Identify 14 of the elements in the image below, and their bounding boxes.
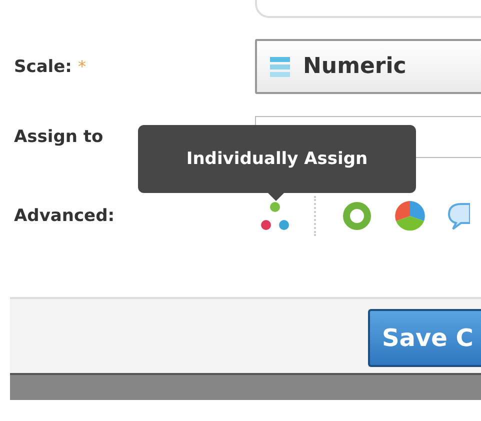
- speech-bubble-icon[interactable]: [448, 201, 470, 231]
- scale-select[interactable]: Numeric: [255, 39, 481, 94]
- field-label: Scale:: [14, 56, 72, 76]
- list-icon: [269, 56, 291, 78]
- text-field[interactable]: [255, 0, 481, 18]
- ring-icon[interactable]: [342, 201, 372, 231]
- field-label: Assign to: [14, 127, 104, 147]
- field-label: Advanced:: [14, 206, 115, 226]
- pie-chart-icon[interactable]: [394, 200, 426, 232]
- tooltip-pointer-icon: [268, 193, 284, 201]
- tooltip: Individually Assign: [138, 125, 416, 193]
- three-dots-icon[interactable]: [258, 201, 292, 231]
- required-mark: *: [78, 56, 86, 76]
- save-button[interactable]: Save C: [368, 309, 481, 367]
